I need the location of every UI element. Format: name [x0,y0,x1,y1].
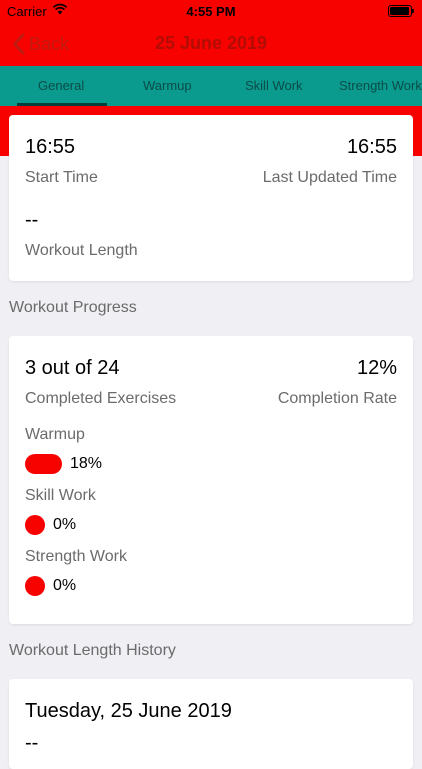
general-info-card: 16:55 16:55 Start Time Last Updated Time… [9,115,413,281]
battery-icon [388,5,414,17]
tab-general[interactable]: General [38,66,84,106]
warmup-progress-row: 18% [25,454,102,474]
tab-bar: General Warmup Skill Work Strength Work [0,66,422,106]
status-time: 4:55 PM [186,4,236,19]
tab-skill-work[interactable]: Skill Work [245,66,303,106]
workout-length-value: -- [25,209,39,231]
completion-rate-value: 12% [356,357,397,379]
last-updated-time-value: 16:55 [346,136,397,158]
history-length-value: -- [25,732,39,754]
workout-progress-card: 3 out of 24 12% Completed Exercises Comp… [9,336,413,624]
workout-length-label: Workout Length [25,242,138,259]
tab-strength-work[interactable]: Strength Work [339,66,422,106]
strength-work-progress-row: 0% [25,576,76,596]
strength-work-progress-bar [25,576,45,596]
history-date: Tuesday, 25 June 2019 [25,700,232,722]
skill-work-progress-percent: 0% [53,516,77,533]
start-time-value: 16:55 [25,136,76,158]
last-updated-time-label: Last Updated Time [262,169,397,186]
completed-exercises-label: Completed Exercises [25,390,177,407]
completed-exercises-value: 3 out of 24 [25,357,120,379]
workout-progress-section-title: Workout Progress [9,299,137,316]
page-title: 25 June 2019 [154,33,268,53]
workout-length-history-card[interactable]: Tuesday, 25 June 2019 -- [9,679,413,769]
status-bar: Carrier 4:55 PM [0,0,422,22]
warmup-progress-bar [25,454,62,474]
completion-rate-label: Completion Rate [277,390,397,407]
warmup-progress-label: Warmup [25,426,85,443]
skill-work-progress-label: Skill Work [25,487,96,504]
skill-work-progress-bar [25,515,45,535]
navigation-bar: Back 25 June 2019 [0,22,422,66]
start-time-label: Start Time [25,169,98,186]
skill-work-progress-row: 0% [25,515,76,535]
tab-warmup[interactable]: Warmup [143,66,192,106]
warmup-progress-percent: 18% [70,455,103,472]
strength-work-progress-percent: 0% [53,577,77,594]
strength-work-progress-label: Strength Work [25,548,127,565]
workout-length-history-section-title: Workout Length History [9,642,176,659]
